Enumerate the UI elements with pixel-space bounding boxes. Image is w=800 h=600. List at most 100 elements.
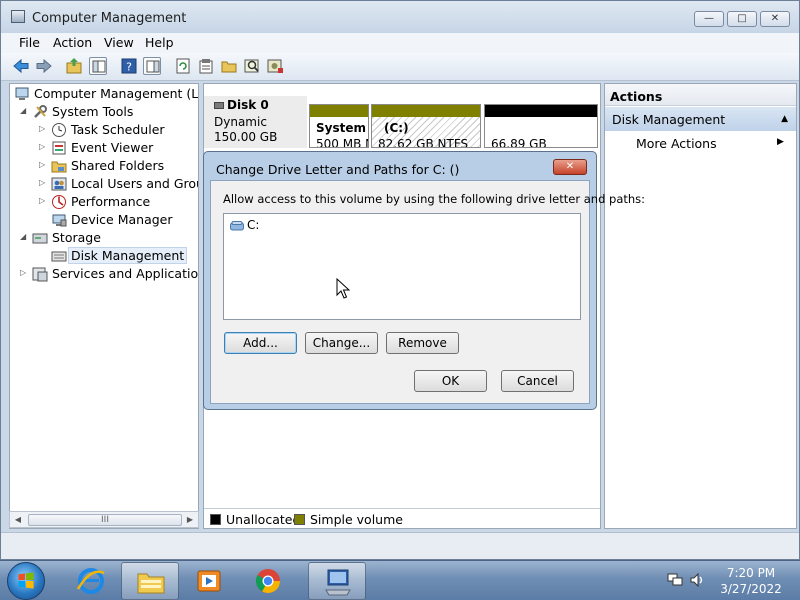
- services-icon: [32, 266, 48, 282]
- tools-icon: [32, 104, 48, 120]
- start-button[interactable]: [7, 562, 45, 600]
- expand-icon[interactable]: ▷: [39, 161, 47, 169]
- svg-text:?: ?: [126, 61, 132, 74]
- drive-paths-list[interactable]: C:: [223, 213, 581, 320]
- menu-action[interactable]: Action: [53, 35, 92, 50]
- taskbar-file-explorer[interactable]: [121, 562, 179, 600]
- clock-date[interactable]: 3/27/2022: [716, 582, 786, 596]
- file-explorer-icon: [137, 573, 165, 594]
- shared-folder-icon: [51, 158, 67, 174]
- add-button[interactable]: Add...: [224, 332, 297, 354]
- event-viewer-icon: [51, 140, 67, 156]
- device-manager-icon: [51, 212, 67, 228]
- tree-horizontal-scrollbar[interactable]: ◀ III ▶: [9, 511, 199, 528]
- more-actions-item[interactable]: More Actions: [636, 136, 717, 151]
- cancel-button[interactable]: Cancel: [501, 370, 574, 392]
- computer-management-icon: [11, 10, 25, 23]
- scroll-right-icon[interactable]: ▶: [184, 514, 196, 526]
- remove-button[interactable]: Remove: [386, 332, 459, 354]
- close-button[interactable]: ✕: [760, 11, 790, 27]
- internet-explorer-icon: [76, 568, 105, 594]
- taskbar-computer-management[interactable]: [308, 562, 366, 600]
- disk-type: Dynamic: [214, 115, 267, 129]
- search-icon[interactable]: [243, 57, 261, 75]
- properties-icon[interactable]: [197, 57, 215, 75]
- back-icon[interactable]: [12, 57, 30, 75]
- unallocated-swatch: [210, 514, 221, 525]
- expand-icon[interactable]: ▷: [39, 143, 47, 151]
- users-icon: [51, 176, 67, 192]
- window-title: Computer Management: [32, 11, 187, 26]
- mouse-pointer-icon: [336, 277, 351, 299]
- ok-button[interactable]: OK: [414, 370, 487, 392]
- dialog-body: Allow access to this volume by using the…: [210, 180, 645, 404]
- performance-icon: [51, 194, 67, 210]
- expand-icon[interactable]: ▷: [39, 125, 47, 133]
- volume-system[interactable]: System I 500 MB N: [309, 104, 369, 148]
- computer-management-icon: [325, 569, 351, 596]
- unallocated-label: Unallocated: [226, 512, 301, 527]
- chrome-icon: [255, 569, 280, 594]
- open-folder-icon[interactable]: [220, 57, 238, 75]
- taskbar: 7:20 PM 3/27/2022: [0, 560, 800, 600]
- volume-icon[interactable]: [690, 572, 706, 588]
- disk-name-row: Disk 0: [214, 98, 269, 112]
- volume-bar: [310, 105, 368, 117]
- expand-icon[interactable]: ▷: [39, 179, 47, 187]
- scrollbar-thumb[interactable]: III: [28, 514, 182, 526]
- disk-settings-icon[interactable]: [266, 57, 284, 75]
- volume-c[interactable]: (C:) 82.62 GB NTFS: [371, 104, 481, 148]
- dialog-close-button[interactable]: ✕: [553, 159, 587, 175]
- taskbar-media-player[interactable]: [180, 562, 238, 600]
- simple-volume-label: Simple volume: [310, 512, 403, 527]
- simple-volume-swatch: [294, 514, 305, 525]
- expand-icon[interactable]: ▷: [39, 197, 47, 205]
- collapse-caret-icon[interactable]: ▲: [781, 114, 788, 124]
- taskbar-chrome[interactable]: [239, 562, 297, 600]
- up-folder-icon[interactable]: [65, 57, 83, 75]
- menu-help[interactable]: Help: [145, 35, 174, 50]
- title-bar[interactable]: Computer Management — □ ✕: [1, 1, 799, 33]
- submenu-arrow-icon: ▶: [777, 137, 784, 147]
- dialog-title: Change Drive Letter and Paths for C: (): [216, 162, 460, 177]
- show-hide-action-pane-icon[interactable]: [143, 57, 161, 75]
- forward-icon[interactable]: [35, 57, 53, 75]
- clock-time[interactable]: 7:20 PM: [716, 566, 786, 580]
- show-hide-tree-icon[interactable]: [89, 57, 107, 75]
- network-icon[interactable]: [667, 573, 683, 587]
- storage-icon: [32, 230, 48, 246]
- refresh-icon[interactable]: [174, 57, 192, 75]
- help-icon[interactable]: ?: [120, 57, 138, 75]
- menu-bar: File Action View Help: [1, 33, 799, 53]
- navigation-tree: Computer Management (Local ◢ System Tool…: [9, 83, 199, 529]
- clock-icon: [51, 122, 67, 138]
- menu-file[interactable]: File: [19, 35, 40, 50]
- collapse-icon[interactable]: ◢: [20, 107, 28, 115]
- windows-logo-icon: [18, 572, 34, 589]
- maximize-button[interactable]: □: [727, 11, 757, 27]
- taskbar-internet-explorer[interactable]: [62, 562, 120, 600]
- toolbar: ?: [1, 53, 799, 81]
- computer-icon: [14, 86, 30, 102]
- disk-management-icon: [51, 248, 67, 264]
- disk-icon: [214, 102, 224, 109]
- dialog-prompt: Allow access to this volume by using the…: [223, 192, 646, 206]
- media-player-icon: [197, 570, 221, 592]
- drive-icon: [230, 220, 244, 231]
- expand-icon[interactable]: ▷: [20, 269, 28, 277]
- actions-section-disk-management[interactable]: Disk Management ▲: [605, 107, 796, 131]
- disk-0-header[interactable]: Disk 0 Dynamic 150.00 GB: [204, 96, 307, 148]
- disk-size: 150.00 GB: [214, 130, 278, 144]
- volume-unallocated[interactable]: 66.89 GB: [484, 104, 598, 148]
- actions-pane: Actions Disk Management ▲ More Actions ▶: [604, 83, 797, 529]
- collapse-icon[interactable]: ◢: [20, 233, 28, 241]
- menu-view[interactable]: View: [104, 35, 134, 50]
- status-bar: [1, 532, 799, 559]
- change-drive-letter-dialog: Change Drive Letter and Paths for C: () …: [203, 151, 645, 410]
- volume-legend: Unallocated Simple volume: [204, 508, 600, 528]
- volume-bar: [372, 105, 480, 117]
- scroll-left-icon[interactable]: ◀: [12, 514, 24, 526]
- volume-bar: [485, 105, 597, 117]
- minimize-button[interactable]: —: [694, 11, 724, 27]
- change-button[interactable]: Change...: [305, 332, 378, 354]
